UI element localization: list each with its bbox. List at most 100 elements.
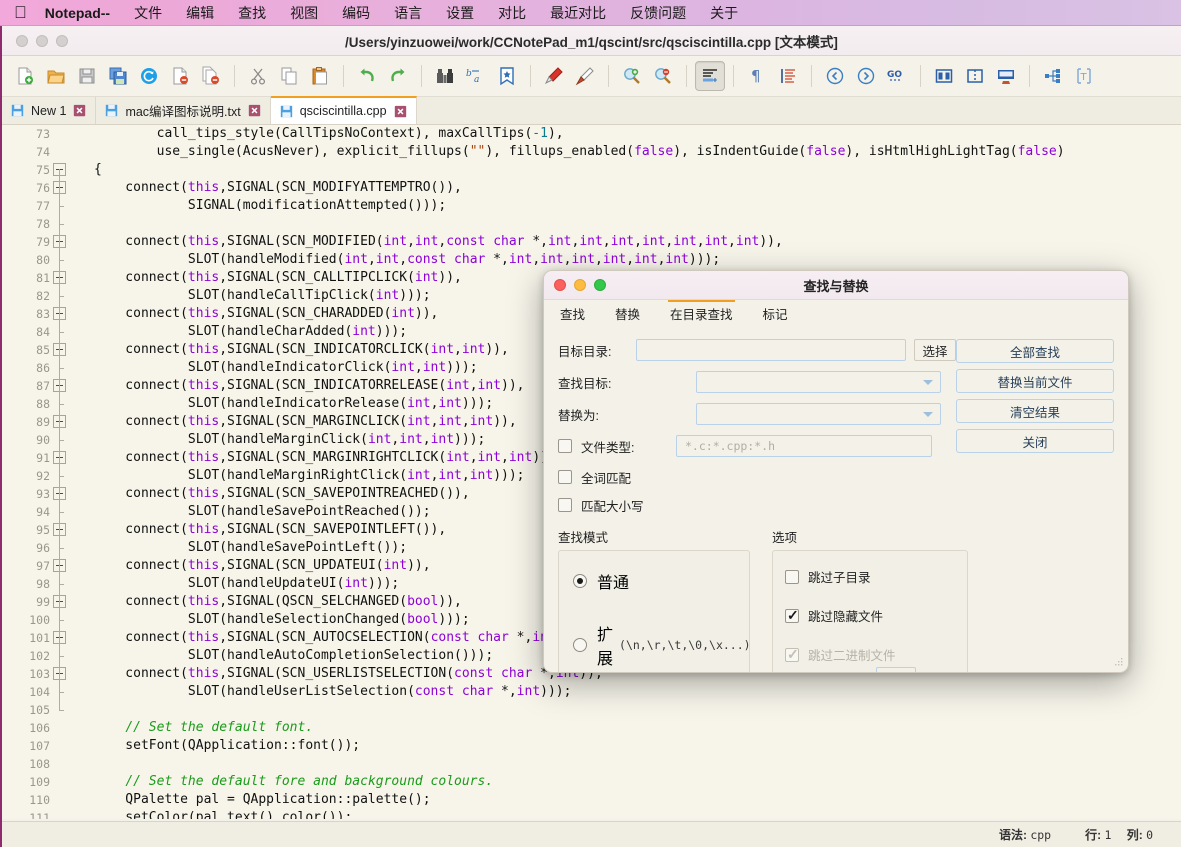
syntax-label: 语法: (998, 828, 1027, 842)
tab-qsciscintilla-cpp[interactable]: qsciscintilla.cpp (270, 96, 417, 124)
close-icon[interactable] (73, 104, 86, 117)
close-window-button[interactable] (16, 34, 28, 47)
find-mode-extended[interactable]: 扩展 (\n,\r,\t,\0,\x...) (573, 621, 751, 669)
copy-icon[interactable] (274, 61, 304, 91)
menu-item-view[interactable]: 视图 (278, 0, 330, 26)
file-type-checkbox[interactable] (558, 439, 572, 453)
goto-line-icon[interactable]: GO (882, 61, 912, 91)
replace-with-combo[interactable] (696, 403, 941, 425)
window-traffic-lights[interactable] (2, 34, 68, 47)
extended-radio[interactable] (573, 638, 587, 652)
menu-item-language[interactable]: 语言 (382, 0, 434, 26)
apple-icon[interactable]:  (14, 4, 27, 21)
save-all-icon[interactable] (103, 61, 133, 91)
dialog-minimize-button[interactable] (574, 279, 586, 291)
close-file-icon[interactable] (165, 61, 195, 91)
menu-item-file[interactable]: 文件 (122, 0, 174, 26)
skip-hidden-files-row[interactable]: 跳过隐藏文件 (785, 606, 955, 625)
minimize-window-button[interactable] (36, 34, 48, 47)
clear-results-button[interactable]: 清空结果 (956, 399, 1114, 423)
new-file-icon[interactable] (10, 61, 40, 91)
close-icon[interactable] (248, 104, 261, 117)
zoom-out-icon[interactable] (648, 61, 678, 91)
find-mode-normal[interactable]: 普通 (573, 569, 735, 593)
whole-word-checkbox[interactable] (558, 470, 572, 484)
paste-icon[interactable] (305, 61, 335, 91)
normal-radio[interactable] (573, 574, 587, 588)
bookmark-icon[interactable] (492, 61, 522, 91)
dialog-maximize-button[interactable] (594, 279, 606, 291)
indent-guide-icon[interactable] (773, 61, 803, 91)
cut-icon[interactable] (243, 61, 273, 91)
line-number: 97 (36, 559, 50, 573)
reload-icon[interactable] (134, 61, 164, 91)
tab-new-1[interactable]: New 1 (2, 97, 97, 124)
find-all-button[interactable]: 全部查找 (956, 339, 1114, 363)
tab-replace[interactable]: 替换 (613, 300, 642, 327)
line-number: 108 (29, 757, 50, 771)
undo-icon[interactable] (352, 61, 382, 91)
tab-find-in-directory[interactable]: 在目录查找 (668, 300, 735, 327)
match-case-row[interactable]: 匹配大小写 (558, 491, 958, 519)
tab-find[interactable]: 查找 (558, 300, 587, 327)
replace-with-row: 替换为: (558, 399, 958, 429)
preview-icon[interactable] (991, 61, 1021, 91)
dialog-traffic-lights[interactable] (544, 279, 606, 291)
close-icon[interactable] (394, 105, 407, 118)
maximize-window-button[interactable] (56, 34, 68, 47)
file-type-input[interactable]: *.c:*.cpp:*.h (676, 435, 932, 457)
text-mode-icon[interactable]: T (1069, 61, 1099, 91)
zoom-in-icon[interactable] (617, 61, 647, 91)
gutter-line: 99 (2, 593, 94, 611)
menu-item-find[interactable]: 查找 (226, 0, 278, 26)
resize-grip-icon[interactable] (1112, 657, 1124, 669)
nav-back-icon[interactable] (820, 61, 850, 91)
dialog-form: 目标目录: 选择 查找目标: 替换为: 文件类型: *.c:*.cpp:*.h … (558, 335, 958, 519)
find-target-combo[interactable] (696, 371, 941, 393)
max-size-value: 20 (881, 670, 895, 672)
menu-item-recent-compare[interactable]: 最近对比 (538, 0, 618, 26)
replace-current-file-button[interactable]: 替换当前文件 (956, 369, 1114, 393)
tab-mark[interactable]: 标记 (761, 300, 790, 327)
browse-directory-button[interactable]: 选择 (914, 339, 956, 361)
menu-item-compare[interactable]: 对比 (486, 0, 538, 26)
close-all-icon[interactable] (196, 61, 226, 91)
close-button[interactable]: 关闭 (956, 429, 1114, 453)
split-vertical-icon[interactable] (960, 61, 990, 91)
replace-icon[interactable]: ba (461, 61, 491, 91)
find-icon[interactable] (430, 61, 460, 91)
skip-subdirectories-checkbox[interactable] (785, 569, 799, 584)
find-replace-dialog[interactable]: 查找与替换 查找 替换 在目录查找 标记 全部查找 替换当前文件 清空结果 关闭… (543, 270, 1129, 673)
open-folder-icon[interactable] (41, 61, 71, 91)
gutter-line: 73 (2, 125, 94, 143)
menu-item-edit[interactable]: 编辑 (174, 0, 226, 26)
menu-item-encoding[interactable]: 编码 (330, 0, 382, 26)
max-size-spinner[interactable]: 20 (876, 667, 916, 672)
nav-forward-icon[interactable] (851, 61, 881, 91)
tab-mac-readme[interactable]: mac编译图标说明.txt (96, 97, 271, 124)
skip-hidden-files-checkbox[interactable] (785, 607, 799, 624)
chevron-down-icon (923, 412, 933, 417)
redo-icon[interactable] (383, 61, 413, 91)
split-horizontal-icon[interactable] (929, 61, 959, 91)
show-whitespace-icon[interactable]: ¶ (742, 61, 772, 91)
clear-marker-icon[interactable] (570, 61, 600, 91)
marker-pen-icon[interactable] (539, 61, 569, 91)
menu-item-feedback[interactable]: 反馈问题 (618, 0, 698, 26)
menu-item-app[interactable]: Notepad-- (45, 0, 122, 26)
menu-item-about[interactable]: 关于 (698, 0, 750, 26)
dialog-close-button[interactable] (554, 279, 566, 291)
editor-gutter[interactable]: 73 74 75 76 77 78 79 80 81 82 83 84 85 86 87 88 89 90 91 92… (2, 125, 94, 819)
whole-word-row[interactable]: 全词匹配 (558, 463, 958, 491)
save-icon[interactable] (72, 61, 102, 91)
target-directory-input[interactable] (636, 339, 906, 361)
match-case-checkbox[interactable] (558, 498, 572, 512)
skip-subdirectories-row[interactable]: 跳过子目录 (785, 567, 955, 586)
hierarchy-icon[interactable] (1038, 61, 1068, 91)
code-line: SIGNAL(modificationAttempted())); (94, 198, 447, 213)
gutter-line: 83 (2, 305, 94, 323)
menu-item-settings[interactable]: 设置 (434, 0, 486, 26)
word-wrap-icon[interactable] (695, 61, 725, 91)
line-number: 98 (36, 577, 50, 591)
svg-text:b: b (466, 69, 472, 79)
